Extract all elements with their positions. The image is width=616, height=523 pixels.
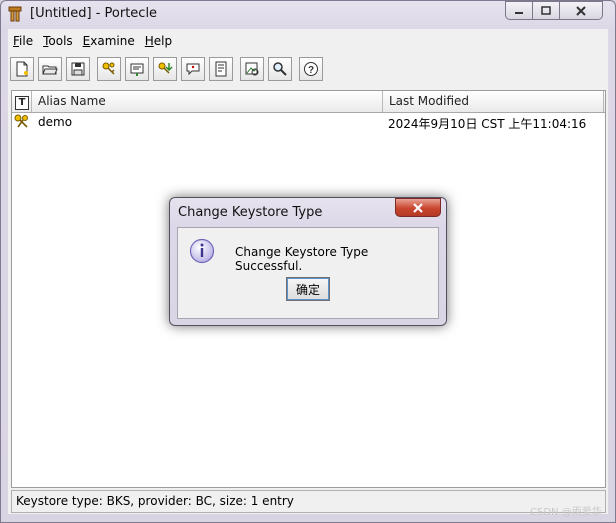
table-header: T Alias Name Last Modified [12, 91, 605, 113]
dialog-close-button[interactable] [395, 198, 441, 217]
last-modified-column-header[interactable]: Last Modified [383, 91, 604, 112]
examine-certificate-button[interactable] [240, 57, 264, 81]
help-button[interactable]: ? [299, 57, 323, 81]
svg-text:?: ? [308, 65, 314, 76]
save-keystore-button[interactable] [66, 57, 90, 81]
portecle-app-icon [8, 6, 22, 22]
caption-buttons [505, 1, 603, 20]
close-icon [413, 202, 423, 213]
examine-ssl-button[interactable] [268, 57, 292, 81]
generate-keypair-icon [102, 62, 115, 75]
watermark-text: CSDN @雨爱华 [530, 507, 602, 518]
set-password-button[interactable] [181, 57, 205, 81]
new-keystore-button[interactable] [10, 57, 34, 81]
close-button[interactable] [559, 1, 603, 20]
generate-keypair-button[interactable] [97, 57, 121, 81]
speech-bubble-icon [186, 63, 200, 76]
menu-tools[interactable]: Tools [38, 31, 78, 51]
examine-certificate-icon [245, 62, 259, 76]
alias-name-column-header[interactable]: Alias Name [32, 91, 383, 112]
minimize-button[interactable] [505, 1, 533, 20]
last-modified-cell: 2024年9月10日 CST 上午11:04:16 [388, 117, 587, 131]
information-icon [189, 238, 215, 264]
open-keystore-button[interactable] [38, 57, 62, 81]
import-keypair-icon [158, 62, 173, 74]
import-trusted-cert-icon [130, 63, 144, 76]
menu-examine[interactable]: Examine [78, 31, 140, 51]
keypair-entry-icon [14, 114, 30, 133]
maximize-icon [541, 6, 551, 15]
report-document-icon [215, 61, 227, 77]
import-keypair-button[interactable] [153, 57, 177, 81]
dialog-message: Change Keystore Type Successful. [235, 245, 369, 273]
keystore-report-button[interactable] [209, 57, 233, 81]
type-column-header[interactable]: T [12, 91, 32, 112]
help-icon: ? [304, 62, 318, 76]
alias-cell: demo [38, 115, 73, 129]
ok-button[interactable]: 确定 [286, 277, 330, 301]
maximize-button[interactable] [532, 1, 560, 20]
menu-help[interactable]: Help [140, 31, 177, 51]
dialog-title: Change Keystore Type [178, 205, 323, 220]
change-keystore-type-dialog: Change Keystore Type Change Keystore Typ… [169, 197, 447, 326]
menu-bar: File Tools Examine Help [8, 31, 177, 51]
open-keystore-icon [42, 65, 58, 75]
table-row[interactable]: demo 2024年9月10日 CST 上午11:04:16 [12, 113, 605, 131]
import-trusted-cert-button[interactable] [125, 57, 149, 81]
minimize-icon [515, 11, 523, 14]
dialog-body: Change Keystore Type Successful. 确定 [177, 227, 439, 319]
status-bar: Keystore type: BKS, provider: BC, size: … [11, 490, 606, 513]
menu-file[interactable]: File [8, 31, 38, 51]
save-keystore-icon [71, 62, 85, 76]
toolbar: ? [10, 55, 327, 85]
window-title: [Untitled] - Portecle [30, 6, 158, 21]
new-keystore-icon [16, 61, 28, 77]
magnifier-icon [273, 62, 287, 76]
close-icon [576, 5, 586, 16]
status-text: Keystore type: BKS, provider: BC, size: … [16, 494, 294, 508]
